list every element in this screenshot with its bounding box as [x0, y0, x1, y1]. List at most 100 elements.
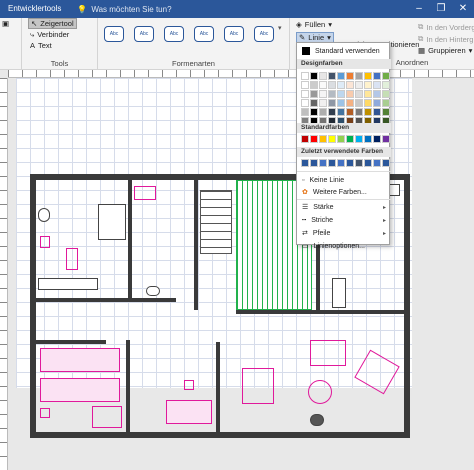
furniture-item[interactable] [134, 186, 156, 200]
color-swatch[interactable] [319, 81, 327, 89]
color-swatch[interactable] [346, 72, 354, 80]
color-swatch[interactable] [364, 135, 372, 143]
color-swatch[interactable] [301, 108, 309, 116]
color-swatch[interactable] [355, 108, 363, 116]
wall-inner[interactable] [126, 340, 130, 432]
paste-icon[interactable]: ▣ [0, 18, 21, 29]
color-swatch[interactable] [355, 99, 363, 107]
color-swatch[interactable] [301, 99, 309, 107]
color-swatch[interactable] [346, 135, 354, 143]
color-swatch[interactable] [319, 159, 327, 167]
furniture-item[interactable] [40, 236, 50, 248]
furniture-item[interactable] [66, 248, 78, 270]
restore-icon[interactable]: ❐ [430, 0, 452, 18]
color-swatch[interactable] [337, 159, 345, 167]
color-swatch[interactable] [346, 99, 354, 107]
color-swatch[interactable] [328, 81, 336, 89]
color-swatch[interactable] [319, 99, 327, 107]
color-swatch[interactable] [310, 99, 318, 107]
color-swatch[interactable] [382, 99, 390, 107]
bed[interactable] [40, 348, 120, 372]
wall-right[interactable] [404, 174, 410, 438]
toilet[interactable] [38, 208, 50, 222]
pot-plant[interactable] [310, 414, 324, 426]
nightstand[interactable] [40, 408, 50, 418]
color-swatch[interactable] [301, 90, 309, 98]
color-swatch[interactable] [310, 135, 318, 143]
color-swatch[interactable] [373, 81, 381, 89]
color-swatch[interactable] [310, 81, 318, 89]
color-swatch[interactable] [364, 90, 372, 98]
wall-bottom[interactable] [30, 432, 410, 438]
more-colors-option[interactable]: ✿ Weitere Farben... [297, 186, 391, 198]
color-swatch[interactable] [382, 81, 390, 89]
color-swatch[interactable] [355, 90, 363, 98]
color-swatch[interactable] [337, 72, 345, 80]
color-swatch[interactable] [373, 159, 381, 167]
shape-style-4[interactable]: Abc [194, 26, 214, 42]
color-swatch[interactable] [301, 159, 309, 167]
color-swatch[interactable] [328, 72, 336, 80]
color-swatch[interactable] [310, 159, 318, 167]
no-line-option[interactable]: ▫ Keine Linie [297, 174, 391, 186]
color-swatch[interactable] [373, 135, 381, 143]
color-swatch[interactable] [364, 81, 372, 89]
shape-style-6[interactable]: Abc [254, 26, 274, 42]
bathtub[interactable] [98, 204, 126, 240]
stairs[interactable] [200, 190, 232, 254]
color-swatch[interactable] [328, 108, 336, 116]
color-swatch[interactable] [382, 135, 390, 143]
color-swatch[interactable] [328, 135, 336, 143]
color-swatch[interactable] [328, 159, 336, 167]
furniture-item[interactable] [242, 368, 274, 404]
desk[interactable] [92, 406, 122, 428]
minimize-icon[interactable]: – [408, 0, 430, 18]
sink[interactable] [146, 286, 160, 296]
color-swatch[interactable] [337, 81, 345, 89]
color-swatch[interactable] [310, 108, 318, 116]
color-swatch[interactable] [301, 72, 309, 80]
wall-left[interactable] [30, 174, 36, 438]
color-swatch[interactable] [382, 108, 390, 116]
wall-inner[interactable] [36, 298, 176, 302]
color-swatch[interactable] [373, 99, 381, 107]
color-swatch[interactable] [355, 72, 363, 80]
wall-inner[interactable] [36, 340, 106, 344]
color-swatch[interactable] [301, 135, 309, 143]
group-button[interactable]: ▦ Gruppieren ▾ [418, 46, 472, 55]
color-swatch[interactable] [319, 108, 327, 116]
color-swatch[interactable] [310, 90, 318, 98]
shape-style-1[interactable]: Abc [104, 26, 124, 42]
wall-inner[interactable] [216, 342, 220, 432]
tell-me-search[interactable]: 💡 Was möchten Sie tun? [69, 5, 179, 14]
send-to-back-button[interactable]: ⧉ In den Hintergrund [418, 34, 474, 44]
gallery-more-icon[interactable]: ▾ [278, 24, 282, 32]
color-swatch[interactable] [355, 135, 363, 143]
wall-inner[interactable] [194, 180, 198, 310]
desk[interactable] [166, 400, 212, 424]
color-swatch[interactable] [373, 72, 381, 80]
color-swatch[interactable] [346, 81, 354, 89]
color-swatch[interactable] [319, 90, 327, 98]
color-swatch[interactable] [337, 99, 345, 107]
color-swatch[interactable] [355, 81, 363, 89]
bring-to-front-button[interactable]: ⧉ In den Vordergrund [418, 22, 474, 32]
tab-developer-tools[interactable]: Entwicklertools [0, 0, 70, 18]
color-swatch[interactable] [382, 159, 390, 167]
color-swatch[interactable] [328, 99, 336, 107]
shape-style-2[interactable]: Abc [134, 26, 154, 42]
armchair[interactable] [310, 340, 346, 366]
color-swatch[interactable] [355, 159, 363, 167]
pointer-tool-button[interactable]: ↖ Zeigertool [28, 18, 77, 29]
shape-style-5[interactable]: Abc [224, 26, 244, 42]
close-icon[interactable]: ✕ [452, 0, 474, 18]
color-swatch[interactable] [319, 72, 327, 80]
color-swatch[interactable] [382, 90, 390, 98]
line-options-option[interactable]: ▭ Linienoptionen... [297, 240, 391, 252]
color-swatch[interactable] [364, 99, 372, 107]
color-swatch[interactable] [364, 108, 372, 116]
color-swatch[interactable] [301, 81, 309, 89]
color-swatch[interactable] [382, 72, 390, 80]
standard-color-option[interactable]: Standard verwenden [297, 45, 391, 57]
armchair[interactable] [354, 349, 400, 395]
